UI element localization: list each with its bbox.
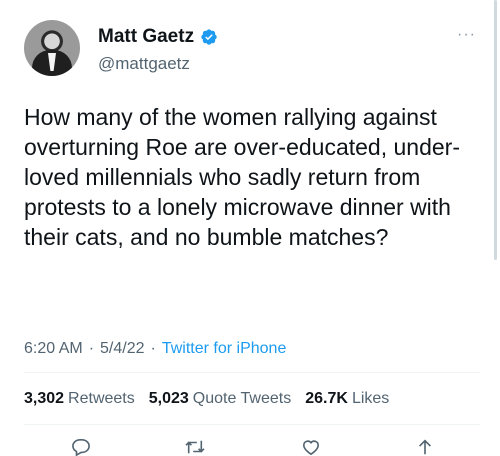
- retweets-stat[interactable]: 3,302 Retweets: [24, 390, 135, 408]
- scrollbar[interactable]: [494, 0, 497, 260]
- quotes-stat[interactable]: 5,023 Quote Tweets: [149, 390, 291, 408]
- tweet-header: Matt Gaetz @mattgaetz ···: [24, 14, 476, 78]
- author-name[interactable]: Matt Gaetz: [98, 26, 194, 48]
- tweet-source[interactable]: Twitter for iPhone: [162, 340, 287, 358]
- likes-count: 26.7K: [305, 390, 348, 407]
- author-avatar[interactable]: [24, 20, 80, 76]
- heart-icon[interactable]: [300, 438, 322, 456]
- reply-icon[interactable]: [70, 438, 92, 456]
- tweet-text: How many of the women rallying against o…: [24, 104, 460, 250]
- retweets-label: Retweets: [68, 390, 135, 407]
- retweet-icon[interactable]: [184, 438, 206, 456]
- more-options-icon[interactable]: ···: [457, 26, 476, 44]
- meta-separator: ·: [150, 340, 156, 357]
- divider: [24, 424, 480, 425]
- divider: [24, 372, 480, 373]
- retweets-count: 3,302: [24, 390, 65, 407]
- author-name-row[interactable]: Matt Gaetz: [98, 26, 218, 48]
- tweet-stats: 3,302 Retweets 5,023 Quote Tweets 26.7K Lik…: [24, 390, 389, 408]
- share-icon[interactable]: [414, 438, 436, 456]
- tweet-date[interactable]: 5/4/22: [100, 340, 144, 358]
- verified-badge-icon: [201, 29, 217, 45]
- author-handle[interactable]: @mattgaetz: [98, 54, 190, 74]
- tweet-time[interactable]: 6:20 AM: [24, 340, 83, 358]
- likes-stat[interactable]: 26.7K Likes: [305, 390, 389, 408]
- quotes-count: 5,023: [148, 390, 189, 407]
- tweet-actions: [70, 436, 440, 456]
- likes-label: Likes: [351, 390, 390, 407]
- meta-separator: ·: [88, 340, 95, 357]
- tweet-meta: 6:20 AM · 5/4/22 · Twitter for iPhone: [24, 340, 286, 358]
- quotes-label: Quote Tweets: [192, 390, 292, 407]
